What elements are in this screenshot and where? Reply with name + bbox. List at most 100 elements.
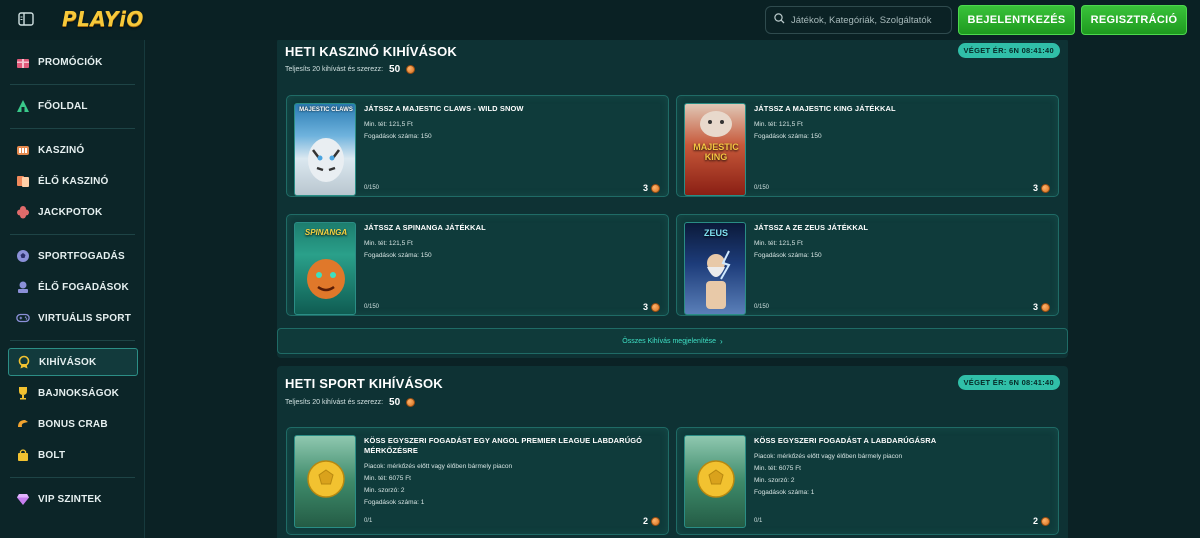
bet-count-text: Fogadások száma: 150	[364, 252, 432, 259]
min-bet-text: Min. tét: 121,5 Ft	[754, 240, 803, 247]
sidebar-divider	[10, 128, 135, 129]
reward-points: 3	[643, 183, 660, 193]
sidebar-divider	[10, 84, 135, 85]
progress-text: 0/150	[364, 304, 380, 310]
countdown-badge: VÉGET ÉR: 6N 08:41:40	[957, 43, 1060, 58]
crab-claw-icon	[16, 417, 30, 431]
playio-logo[interactable]: PLAYiO	[62, 7, 144, 31]
challenge-title: JÁTSSZ A MAJESTIC CLAWS - WILD SNOW	[364, 104, 524, 113]
sidebar-item-label: BAJNOKSÁGOK	[38, 387, 120, 399]
sidebar-item-label: VIRTUÁLIS SPORT	[38, 312, 132, 324]
challenge-card[interactable]: MAJESTIC KING JÁTSSZ A MAJESTIC KING JÁT…	[676, 95, 1059, 197]
login-button[interactable]: BEJELENTKEZÉS	[958, 5, 1075, 35]
sidebar-item-label: SPORTFOGADÁS	[38, 250, 125, 262]
sidebar-item-virtual-sport[interactable]: VIRTUÁLIS SPORT	[8, 304, 138, 332]
reward-points: 2	[1033, 516, 1050, 526]
section-title: HETI SPORT KIHÍVÁSOK	[285, 376, 443, 391]
search-input[interactable]	[791, 14, 951, 26]
game-thumbnail: MAJESTIC KING	[684, 103, 746, 196]
challenge-card[interactable]: MAJESTIC CLAWS JÁTSSZ A MAJESTIC CLAWS -…	[286, 95, 669, 197]
show-all-challenges-button[interactable]: Összes Kihívás megjelenítése ›	[277, 328, 1068, 354]
thumbnail-title: MAJESTIC KING	[693, 142, 739, 162]
points-value: 50	[389, 64, 401, 75]
progress-text: 0/1	[754, 518, 763, 524]
sidebar-item-home[interactable]: FŐOLDAL	[8, 92, 138, 120]
sidebar-item-label: ÉLŐ KASZINÓ	[38, 175, 109, 187]
shopping-bag-icon	[16, 448, 30, 462]
reward-value: 2	[1032, 516, 1038, 526]
bet-count-text: Fogadások száma: 1	[364, 499, 425, 506]
search-box[interactable]	[765, 6, 952, 34]
sidebar-item-promotions[interactable]: PROMÓCIÓK	[8, 48, 138, 76]
subtitle-text: Teljesíts 20 kihívást és szerezz:	[285, 399, 384, 406]
sidebar-item-vip-levels[interactable]: VIP SZINTEK	[8, 485, 138, 513]
progress-text: 0/150	[364, 185, 380, 191]
menu-toggle-icon[interactable]	[18, 12, 34, 26]
sport-challenges-section: HETI SPORT KIHÍVÁSOK VÉGET ÉR: 6N 08:41:…	[277, 366, 1068, 538]
sidebar-item-label: FŐOLDAL	[38, 100, 88, 112]
sidebar-item-label: KIHÍVÁSOK	[39, 356, 97, 368]
coin-icon	[1041, 183, 1050, 193]
coin-icon	[1041, 516, 1050, 526]
min-bet-text: Min. tét: 121,5 Ft	[754, 121, 803, 128]
reward-points: 3	[643, 302, 660, 312]
bet-count-text: Fogadások száma: 150	[364, 133, 432, 140]
challenge-card[interactable]: ZEUS JÁTSSZ A ZE ZEUS JÁTÉKKAL Min. tét:…	[676, 214, 1059, 316]
chevron-right-icon: ›	[720, 336, 723, 346]
sidebar-divider	[10, 340, 135, 341]
sidebar-divider	[10, 234, 135, 235]
reward-points: 2	[643, 516, 660, 526]
progress-text: 0/1	[364, 518, 373, 524]
casino-challenges-section: HETI KASZINÓ KIHÍVÁSOK VÉGET ÉR: 6N 08:4…	[277, 40, 1068, 358]
home-icon	[16, 99, 30, 113]
diamond-icon	[16, 492, 30, 506]
progress-text: 0/150	[754, 185, 770, 191]
thumbnail-title: ZEUS	[703, 228, 728, 238]
sidebar-item-tournaments[interactable]: BAJNOKSÁGOK	[8, 379, 138, 407]
sidebar: PROMÓCIÓK FŐOLDAL KASZINÓ ÉLŐ KASZINÓ JA…	[0, 40, 145, 538]
register-button[interactable]: REGISZTRÁCIÓ	[1081, 5, 1187, 35]
trophy-icon	[16, 386, 30, 400]
min-odds-text: Min. szorzó: 2	[754, 477, 795, 484]
reward-points: 3	[1033, 183, 1050, 193]
challenge-card[interactable]: KÖSS EGYSZERI FOGADÁST A LABDARÚGÁSRA Pi…	[676, 427, 1059, 535]
coin-icon	[651, 516, 660, 526]
countdown-badge: VÉGET ÉR: 6N 08:41:40	[957, 375, 1060, 390]
thumbnail-title: MAJESTIC CLAWS	[299, 107, 353, 113]
sidebar-item-label: KASZINÓ	[38, 144, 85, 156]
casino-icon	[16, 143, 30, 157]
sidebar-item-casino[interactable]: KASZINÓ	[8, 136, 138, 164]
sidebar-item-sports-betting[interactable]: SPORTFOGADÁS	[8, 242, 138, 270]
game-thumbnail: SPINANGA	[294, 222, 356, 315]
sidebar-item-live-casino[interactable]: ÉLŐ KASZINÓ	[8, 167, 138, 195]
sidebar-item-challenges[interactable]: KIHÍVÁSOK	[8, 348, 138, 376]
sidebar-item-jackpots[interactable]: JACKPOTOK	[8, 198, 138, 226]
min-bet-text: Min. tét: 6075 Ft	[754, 465, 801, 472]
sidebar-item-live-betting[interactable]: ÉLŐ FOGADÁSOK	[8, 273, 138, 301]
sidebar-item-label: PROMÓCIÓK	[38, 56, 103, 68]
sidebar-item-shop[interactable]: BOLT	[8, 441, 138, 469]
subtitle-text: Teljesíts 20 kihívást és szerezz:	[285, 66, 384, 73]
points-value: 50	[389, 397, 401, 408]
gift-icon	[16, 55, 30, 69]
min-odds-text: Min. szorzó: 2	[364, 487, 405, 494]
challenge-title: JÁTSSZ A ZE ZEUS JÁTÉKKAL	[754, 223, 869, 232]
bet-count-text: Fogadások száma: 150	[754, 133, 822, 140]
live-icon	[16, 280, 30, 294]
coin-icon	[406, 65, 416, 74]
sidebar-item-bonus-crab[interactable]: BONUS CRAB	[8, 410, 138, 438]
show-all-label: Összes Kihívás megjelenítése	[622, 337, 717, 345]
coin-icon	[651, 302, 660, 312]
challenge-title: JÁTSSZ A SPINANGA JÁTÉKKAL	[364, 223, 486, 232]
section-subtitle: Teljesíts 20 kihívást és szerezz: 50	[285, 397, 416, 408]
search-icon	[774, 11, 785, 29]
clover-icon	[16, 205, 30, 219]
challenge-card[interactable]: SPINANGA JÁTSSZ A SPINANGA JÁTÉKKAL Min.…	[286, 214, 669, 316]
challenge-title: JÁTSSZ A MAJESTIC KING JÁTÉKKAL	[754, 104, 896, 113]
football-thumbnail	[684, 435, 746, 528]
sidebar-item-label: JACKPOTOK	[38, 206, 103, 218]
bet-count-text: Fogadások száma: 150	[754, 252, 822, 259]
coin-icon	[651, 183, 660, 193]
gamepad-icon	[16, 311, 30, 325]
challenge-card[interactable]: KÖSS EGYSZERI FOGADÁST EGY ANGOL PREMIER…	[286, 427, 669, 535]
